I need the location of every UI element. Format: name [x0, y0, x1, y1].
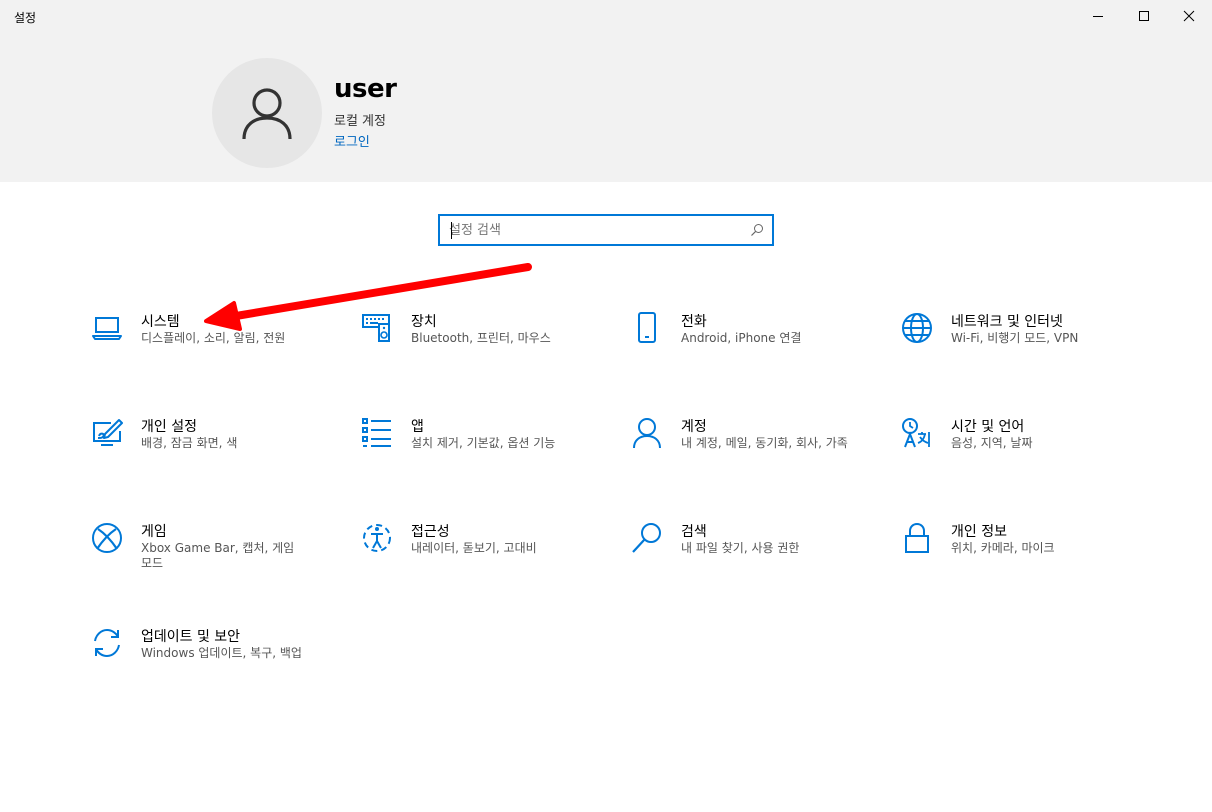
tile-title: 전화 — [681, 314, 707, 330]
close-button[interactable] — [1166, 0, 1212, 32]
tile-time-language[interactable]: 시간 및 언어 음성, 지역, 날짜 — [900, 416, 1140, 486]
profile-header: user 로컬 계정 로그인 — [0, 32, 1212, 182]
ease-of-access-icon — [363, 524, 391, 552]
title-bar: 설정 — [0, 0, 1212, 32]
tile-description: 설치 제거, 기본값, 옵션 기능 — [411, 436, 556, 450]
close-icon — [1183, 10, 1195, 22]
tile-description: 위치, 카메라, 마이크 — [951, 541, 1055, 555]
tile-update-security[interactable]: 업데이트 및 보안 Windows 업데이트, 복구, 백업 — [90, 626, 330, 696]
tile-description: Windows 업데이트, 복구, 백업 — [141, 646, 302, 660]
minimize-icon — [1093, 16, 1103, 17]
account-type: 로컬 계정 — [334, 114, 386, 129]
tile-description: 내레이터, 돋보기, 고대비 — [411, 541, 537, 555]
tile-title: 검색 — [681, 524, 707, 540]
tile-title: 계정 — [681, 419, 707, 435]
laptop-icon — [92, 317, 122, 340]
tile-title: 접근성 — [411, 524, 450, 540]
tile-system[interactable]: 시스템 디스플레이, 소리, 알림, 전원 — [90, 311, 330, 381]
globe-icon — [902, 313, 932, 343]
search-icon[interactable] — [750, 223, 764, 237]
maximize-icon — [1139, 11, 1149, 21]
search-icon — [632, 523, 661, 553]
tile-description: 음성, 지역, 날짜 — [951, 436, 1033, 450]
search-box[interactable] — [438, 214, 774, 246]
minimize-button[interactable] — [1075, 0, 1121, 32]
search-input[interactable] — [449, 220, 739, 240]
tile-personalization[interactable]: 개인 설정 배경, 잠금 화면, 색 — [90, 416, 330, 486]
tile-description: Xbox Game Bar, 캡처, 게임 모드 — [141, 541, 295, 570]
tile-privacy[interactable]: 개인 정보 위치, 카메라, 마이크 — [900, 521, 1140, 591]
keyboard-speaker-icon — [362, 314, 390, 342]
person-icon — [242, 88, 292, 140]
username: user — [334, 74, 397, 104]
language-icon — [902, 418, 930, 448]
login-link[interactable]: 로그인 — [334, 131, 370, 150]
xbox-icon — [92, 523, 122, 553]
window-title: 설정 — [14, 11, 37, 25]
paint-brush-icon — [93, 419, 123, 446]
tile-apps[interactable]: 앱 설치 제거, 기본값, 옵션 기능 — [360, 416, 600, 486]
tile-gaming[interactable]: 게임 Xbox Game Bar, 캡처, 게임 모드 — [90, 521, 330, 591]
tile-network[interactable]: 네트워크 및 인터넷 Wi-Fi, 비행기 모드, VPN — [900, 311, 1140, 381]
tile-search[interactable]: 검색 내 파일 찾기, 사용 권한 — [630, 521, 870, 591]
tile-ease-of-access[interactable]: 접근성 내레이터, 돋보기, 고대비 — [360, 521, 600, 591]
tile-title: 장치 — [411, 314, 437, 330]
maximize-button[interactable] — [1121, 0, 1167, 32]
tile-accounts[interactable]: 계정 내 계정, 메일, 동기화, 회사, 가족 — [630, 416, 870, 486]
avatar — [212, 58, 322, 168]
tile-description: Wi-Fi, 비행기 모드, VPN — [951, 331, 1079, 345]
lock-icon — [905, 522, 929, 553]
tile-title: 시간 및 언어 — [951, 419, 1025, 435]
phone-icon — [638, 312, 656, 343]
tile-description: Android, iPhone 연결 — [681, 331, 802, 345]
tile-devices[interactable]: 장치 Bluetooth, 프린터, 마우스 — [360, 311, 600, 381]
tile-title: 시스템 — [141, 314, 180, 330]
tile-title: 네트워크 및 인터넷 — [951, 314, 1063, 330]
tile-description: 내 파일 찾기, 사용 권한 — [681, 541, 800, 555]
tile-description: 배경, 잠금 화면, 색 — [141, 436, 238, 450]
tile-title: 앱 — [411, 419, 424, 435]
tile-title: 업데이트 및 보안 — [141, 629, 241, 645]
app-list-icon — [362, 418, 391, 447]
text-caret — [451, 222, 452, 239]
tile-title: 개인 설정 — [141, 419, 197, 435]
tile-description: Bluetooth, 프린터, 마우스 — [411, 331, 551, 345]
tile-phone[interactable]: 전화 Android, iPhone 연결 — [630, 311, 870, 381]
tile-description: 디스플레이, 소리, 알림, 전원 — [141, 331, 286, 345]
tile-description: 내 계정, 메일, 동기화, 회사, 가족 — [681, 436, 848, 450]
tile-title: 게임 — [141, 524, 167, 540]
sync-icon — [94, 628, 120, 658]
tile-title: 개인 정보 — [951, 524, 1007, 540]
person-icon — [633, 418, 661, 449]
